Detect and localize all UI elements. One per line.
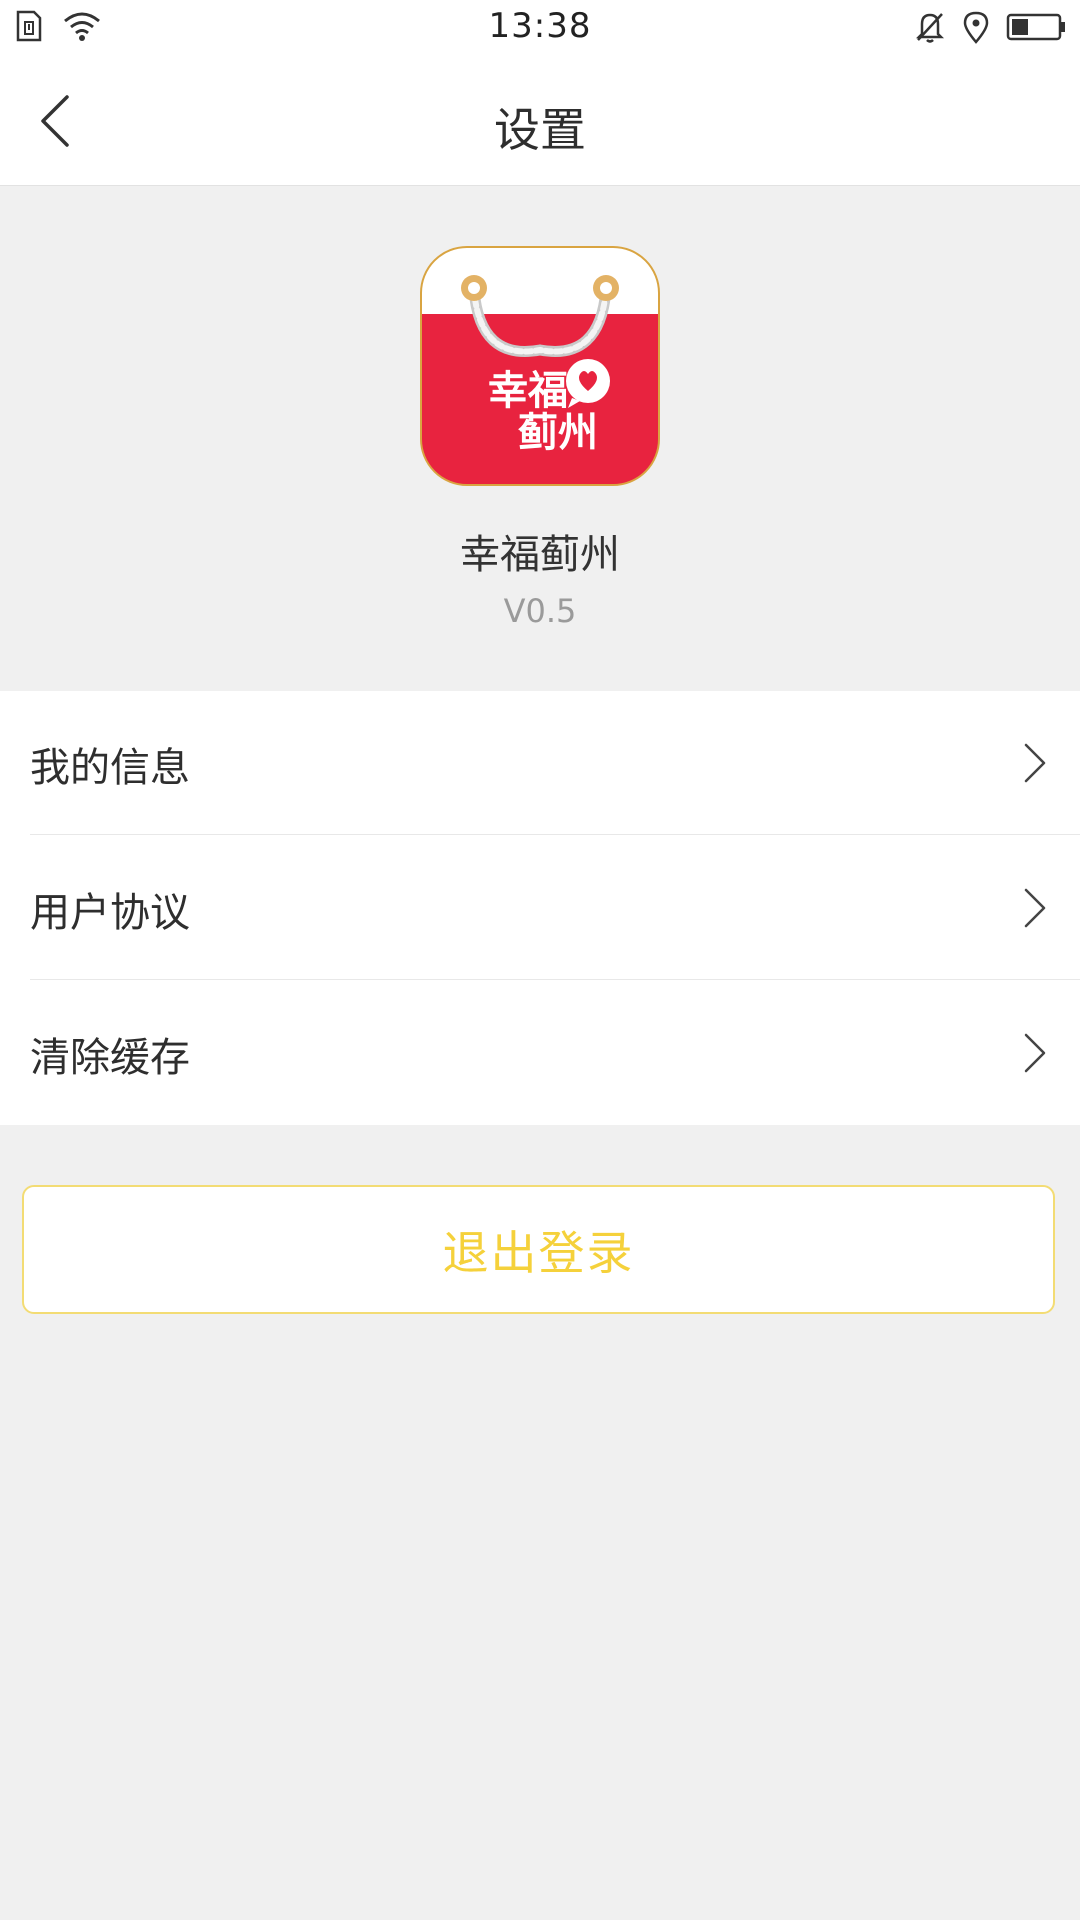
menu-item-user-agreement[interactable]: 用户协议 (0, 836, 1080, 980)
chevron-right-icon (1014, 1031, 1054, 1075)
app-info-section: 幸福 蓟州 幸福蓟州 V0.5 (0, 186, 1080, 691)
nav-bar: 设置 (0, 58, 1080, 186)
logout-label: 退出登录 (442, 1225, 635, 1280)
chevron-right-icon (1014, 886, 1054, 930)
logo-text-line1: 幸福 (488, 368, 568, 414)
divider (30, 979, 1080, 980)
app-version: V0.5 (503, 592, 577, 630)
status-right-icons (914, 10, 1066, 48)
logo-text-line2: 蓟州 (518, 410, 598, 456)
shopping-bag-logo-icon: 幸福 蓟州 (420, 246, 660, 486)
app-name: 幸福蓟州 (460, 532, 620, 578)
page-title: 设置 (494, 103, 586, 157)
bell-muted-icon (914, 10, 946, 48)
battery-icon (1006, 12, 1066, 46)
divider (30, 834, 1080, 835)
menu-item-label: 用户协议 (30, 890, 190, 936)
chevron-right-icon (1014, 741, 1054, 785)
logout-button[interactable]: 退出登录 (22, 1185, 1055, 1314)
status-bar: 13:38 (0, 0, 1080, 58)
location-icon (962, 10, 990, 48)
menu-item-label: 我的信息 (30, 745, 190, 791)
menu-item-clear-cache[interactable]: 清除缓存 (0, 981, 1080, 1125)
menu-item-label: 清除缓存 (30, 1035, 190, 1081)
menu-item-my-info[interactable]: 我的信息 (0, 691, 1080, 835)
settings-menu: 我的信息 用户协议 清除缓存 (0, 691, 1080, 1125)
